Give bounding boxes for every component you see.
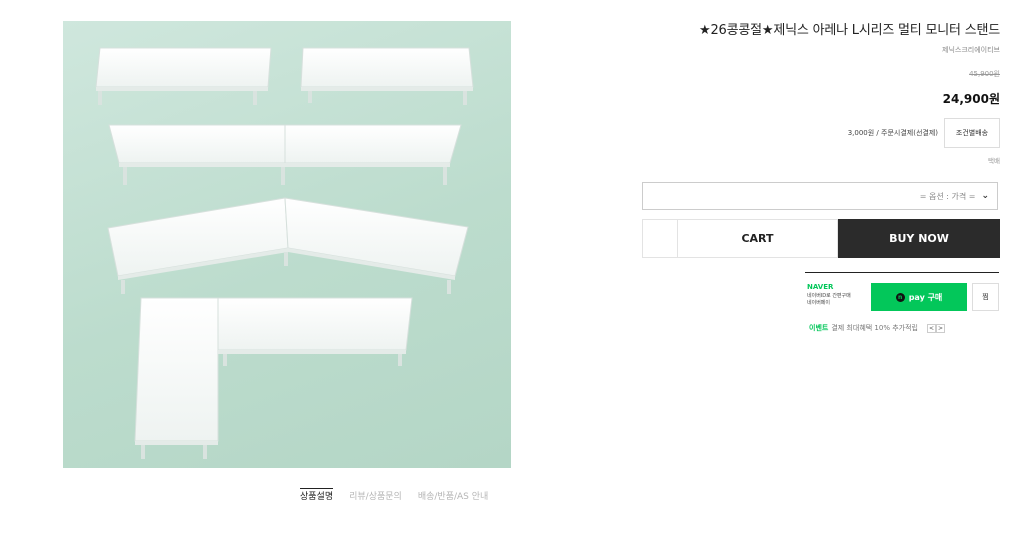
npay-buy-button[interactable]: n pay 구매: [871, 283, 967, 311]
option-select[interactable]: = 옵션 : 가격 = ⌄: [642, 182, 998, 210]
courier-label: 택배: [988, 157, 1000, 165]
product-image: [63, 21, 511, 468]
event-label[interactable]: 이벤트: [809, 323, 828, 333]
sale-price: 24,900원: [942, 92, 1000, 106]
npay-icon: n: [895, 292, 905, 302]
monitor-stand-illustration: [95, 47, 474, 459]
tab-description[interactable]: 상품설명: [300, 488, 334, 505]
shipping-fee: 3,000원 / 주문시결제(선결제): [847, 129, 938, 137]
event-row: 이벤트 결제 최대혜택 10% 추가적립 < >: [809, 323, 945, 333]
jjim-button[interactable]: 찜: [972, 283, 999, 311]
cart-button[interactable]: CART: [678, 219, 838, 258]
tab-shipping[interactable]: 배송/반품/AS 안내: [418, 489, 488, 505]
detail-tabs: 상품설명 리뷰/상품문의 배송/반품/AS 안내: [300, 488, 488, 505]
option-placeholder: = 옵션 : 가격 =: [919, 191, 976, 201]
naver-pay-panel: NAVER 네이버ID로 간편구매 네이버페이 n pay 구매 찜 이벤트 결…: [805, 272, 999, 343]
npay-buy-label: pay 구매: [908, 292, 943, 302]
shipping-condition-button[interactable]: 조건별배송: [944, 118, 1000, 148]
product-title: ★26콩콩절★제닉스 아레나 L시리즈 멀티 모니터 스탠드: [699, 23, 1000, 38]
event-text: 결제 최대혜택 10% 추가적립: [831, 324, 918, 332]
tab-reviews[interactable]: 리뷰/상품문의: [349, 489, 402, 505]
purchase-buttons: CART BUY NOW: [642, 219, 1000, 258]
buy-now-button[interactable]: BUY NOW: [838, 219, 1000, 258]
next-arrow-icon[interactable]: >: [935, 323, 945, 333]
chevron-down-icon: ⌄: [981, 191, 989, 201]
original-price: 45,900원: [969, 70, 1000, 78]
naver-logo: NAVER: [807, 283, 834, 291]
event-arrows: < >: [926, 323, 945, 333]
naver-pay-name: 네이버페이: [807, 300, 831, 306]
brand-name: 제닉스크리에이티브: [942, 46, 1000, 54]
shipping-row: 3,000원 / 주문시결제(선결제) 조건별배송: [848, 118, 1000, 148]
prev-arrow-icon[interactable]: <: [926, 323, 936, 333]
wishlist-button[interactable]: [642, 219, 678, 258]
naver-subtitle: 네이버ID로 간편구매: [807, 293, 851, 299]
